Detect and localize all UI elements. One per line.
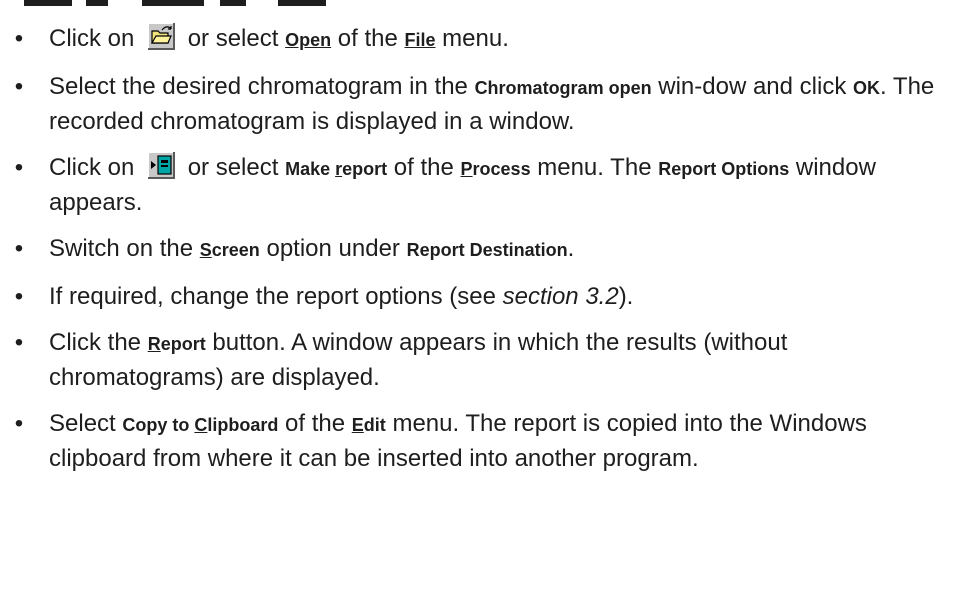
bullet: •	[14, 73, 24, 100]
bullet: •	[14, 329, 24, 356]
cropped-heading	[24, 0, 334, 8]
list-item: • Click on or select Open of the File me…	[0, 22, 968, 57]
bullet: •	[14, 235, 24, 262]
list-item: • Click on or select Make report of the …	[0, 151, 968, 219]
bullet: •	[14, 154, 24, 181]
open-folder-icon	[147, 22, 176, 50]
instruction-list: • Click on or select Open of the File me…	[0, 22, 968, 488]
bullet: •	[14, 410, 24, 437]
list-item: • If required, change the report options…	[0, 280, 968, 313]
bullet: •	[14, 25, 24, 52]
list-item: • Click the Report button. A window appe…	[0, 326, 968, 394]
make-report-icon	[147, 151, 176, 179]
list-item: • Switch on the Screen option under Repo…	[0, 232, 968, 267]
bullet: •	[14, 283, 24, 310]
list-item: • Select Copy to Clipboard of the Edit m…	[0, 407, 968, 475]
list-item: • Select the desired chromatogram in the…	[0, 70, 968, 138]
